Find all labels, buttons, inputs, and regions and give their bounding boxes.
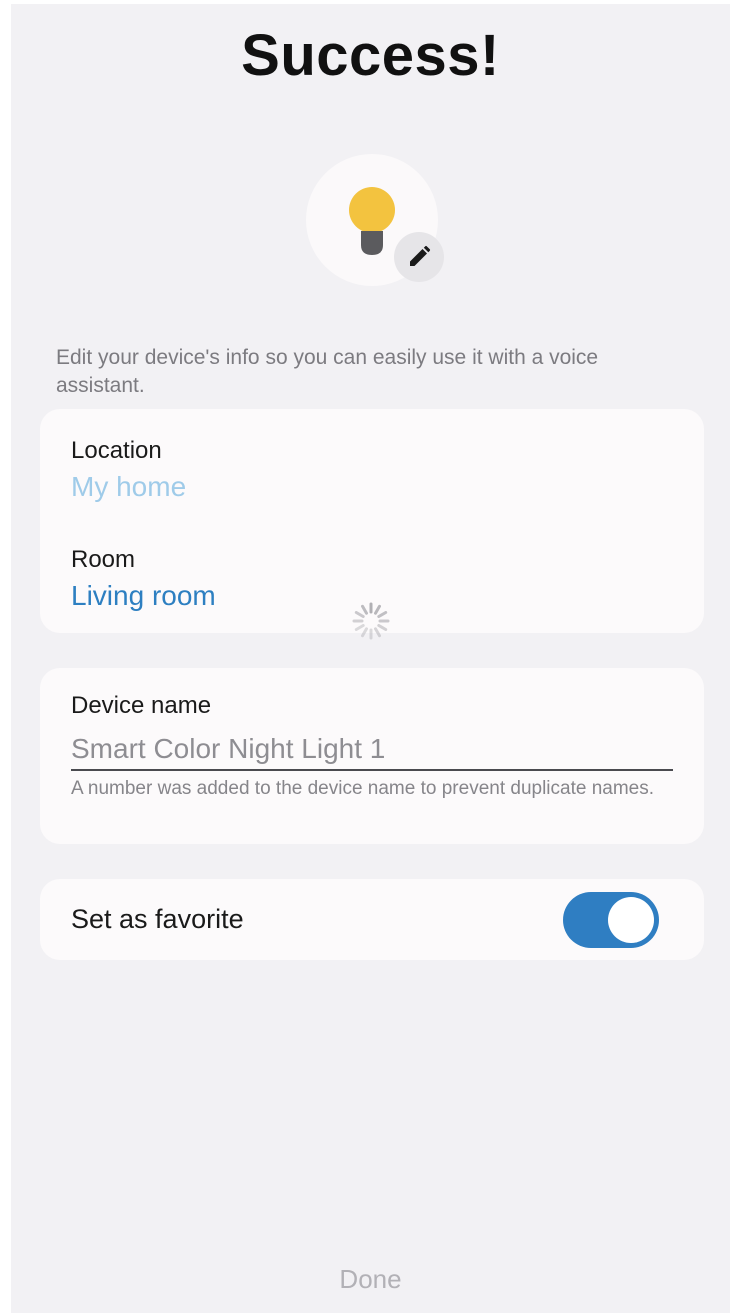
location-label: Location: [71, 437, 162, 464]
toggle-knob: [608, 897, 654, 943]
favorite-toggle[interactable]: [563, 892, 659, 948]
voice-assistant-hint: Edit your device's info so you can easil…: [56, 346, 599, 397]
favorite-label: Set as favorite: [71, 904, 244, 934]
device-name-label: Device name: [71, 692, 212, 719]
pencil-icon: [410, 245, 431, 266]
room-label: Room: [71, 546, 136, 573]
page-title: Success!: [241, 23, 500, 88]
lightbulb-icon: [349, 187, 395, 255]
device-name-input[interactable]: [71, 729, 673, 771]
room-value[interactable]: Living room: [71, 580, 216, 612]
device-name-card: Device name A number was added to the de…: [40, 668, 704, 844]
device-name-helper-text: A number was added to the device name to…: [71, 778, 655, 799]
favorite-card: Set as favorite: [40, 879, 704, 960]
location-value[interactable]: My home: [71, 471, 186, 503]
location-card: Location My home Room Living room: [40, 409, 704, 640]
loading-spinner-icon: [352, 602, 390, 640]
edit-icon-button[interactable]: [394, 232, 444, 282]
success-screen: Success! Edit your device's info so you …: [11, 4, 730, 1313]
done-button[interactable]: Done: [11, 1264, 730, 1295]
